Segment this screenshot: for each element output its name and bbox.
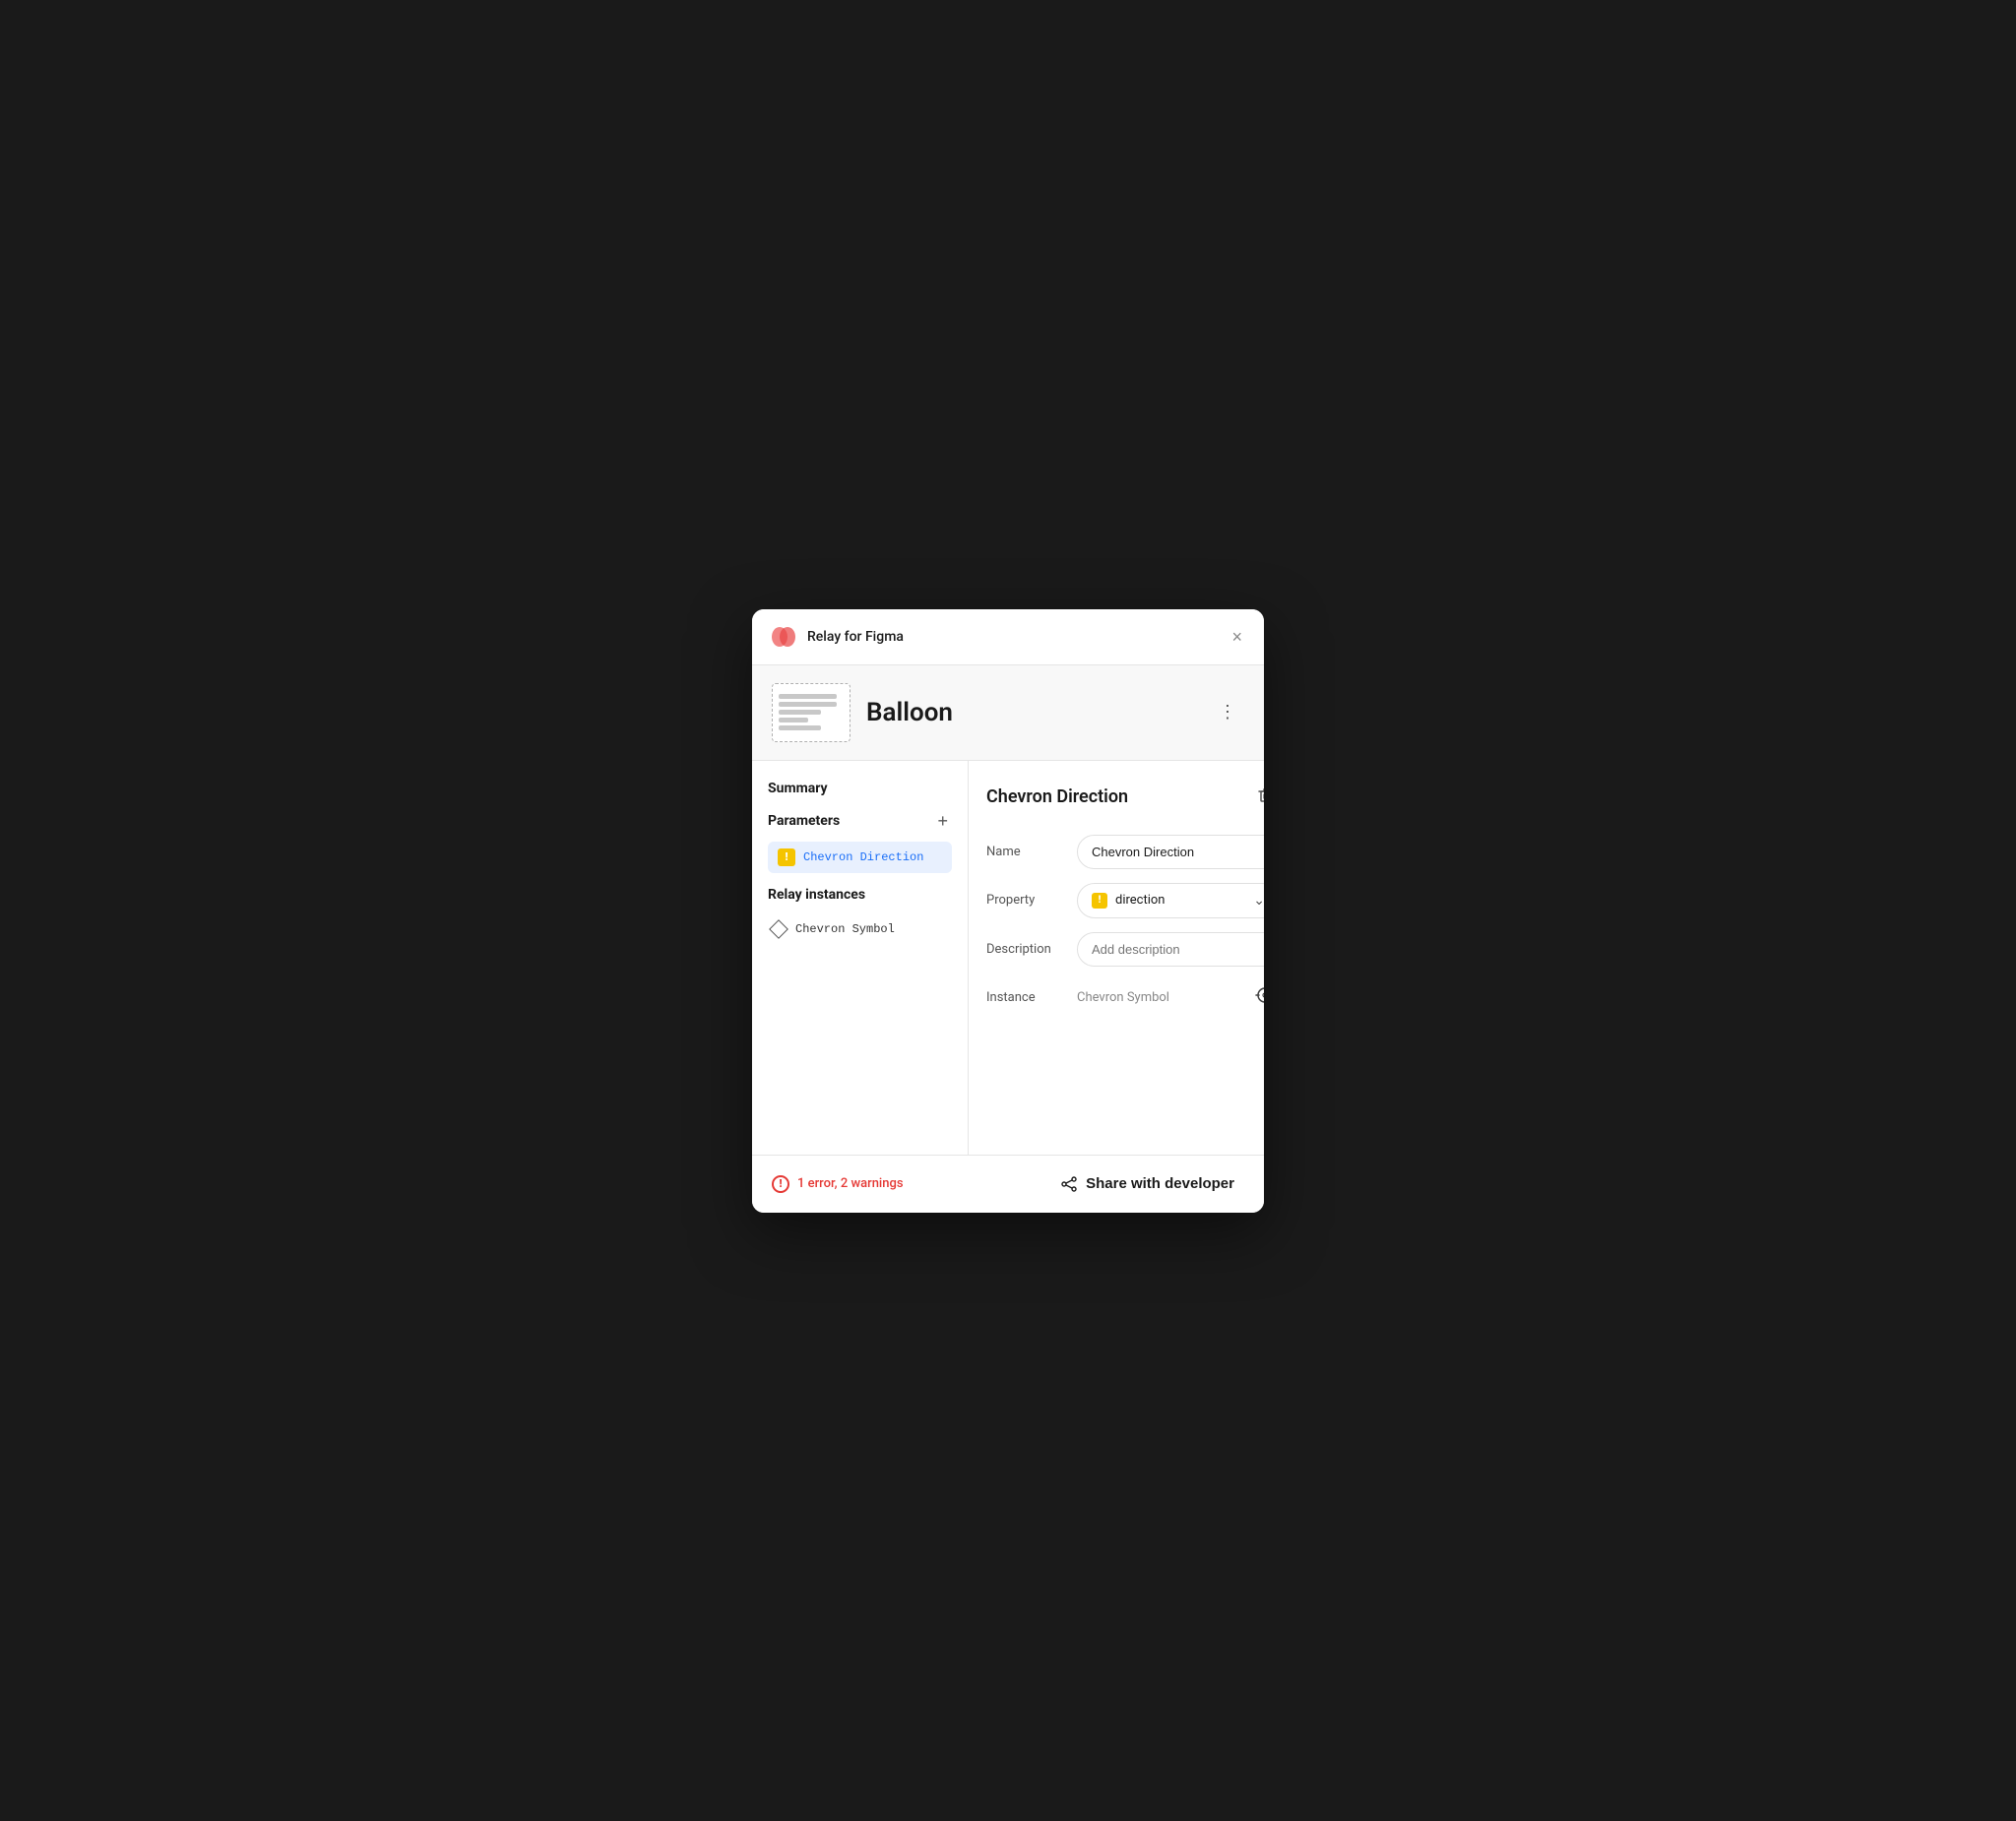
component-header: Balloon ⋮ bbox=[752, 665, 1264, 761]
main-content: Summary Parameters + ! Chevron Direction… bbox=[752, 761, 1264, 1155]
thumb-line-5 bbox=[779, 725, 821, 730]
chevron-down-icon: ⌄ bbox=[1253, 893, 1264, 909]
share-icon bbox=[1060, 1175, 1078, 1193]
footer: ! 1 error, 2 warnings Share with develop… bbox=[752, 1155, 1264, 1213]
right-panel-header: Chevron Direction bbox=[986, 781, 1264, 813]
app-logo-icon bbox=[770, 623, 797, 651]
thumb-line-2 bbox=[779, 702, 837, 707]
title-bar: Relay for Figma × bbox=[752, 609, 1264, 665]
crosshair-icon bbox=[1254, 984, 1264, 1006]
property-field-row: Property ! direction ⌄ bbox=[986, 883, 1264, 918]
error-info: ! 1 error, 2 warnings bbox=[772, 1175, 904, 1193]
relay-instances-section: Relay instances Chevron Symbol bbox=[768, 887, 952, 942]
title-bar-left: Relay for Figma bbox=[770, 623, 904, 651]
name-input[interactable] bbox=[1077, 835, 1264, 869]
instance-name: Chevron Symbol bbox=[795, 922, 895, 936]
error-text: 1 error, 2 warnings bbox=[797, 1176, 904, 1191]
instance-label: Instance bbox=[986, 990, 1065, 1005]
relay-instances-label: Relay instances bbox=[768, 887, 952, 903]
app-title: Relay for Figma bbox=[807, 629, 904, 645]
thumb-line-1 bbox=[779, 694, 837, 699]
property-value: direction bbox=[1115, 893, 1165, 908]
close-button[interactable]: × bbox=[1228, 626, 1246, 648]
delete-button[interactable] bbox=[1252, 781, 1264, 813]
right-panel: Chevron Direction Name bbox=[969, 761, 1264, 1155]
name-label: Name bbox=[986, 845, 1065, 859]
parameter-item-chevron-direction[interactable]: ! Chevron Direction bbox=[768, 842, 952, 873]
error-circle-icon: ! bbox=[772, 1175, 789, 1193]
thumbnail-preview bbox=[779, 694, 844, 730]
share-label: Share with developer bbox=[1086, 1175, 1234, 1192]
property-warning-icon: ! bbox=[1092, 893, 1107, 909]
property-label: Property bbox=[986, 893, 1065, 908]
thumb-line-3 bbox=[779, 710, 821, 715]
app-window: Relay for Figma × Balloon ⋮ Summary bbox=[752, 609, 1264, 1213]
left-panel: Summary Parameters + ! Chevron Direction… bbox=[752, 761, 969, 1155]
component-name: Balloon bbox=[866, 698, 953, 727]
trash-icon bbox=[1256, 785, 1264, 804]
panel-title: Chevron Direction bbox=[986, 786, 1128, 807]
parameter-name: Chevron Direction bbox=[803, 850, 923, 864]
property-select-left: ! direction bbox=[1092, 893, 1165, 909]
target-button[interactable] bbox=[1250, 980, 1264, 1015]
name-field-row: Name bbox=[986, 835, 1264, 869]
warning-icon: ! bbox=[778, 848, 795, 866]
diamond-icon bbox=[769, 919, 788, 939]
thumb-line-4 bbox=[779, 718, 808, 722]
instance-field-row: Instance Chevron Symbol bbox=[986, 980, 1264, 1015]
parameters-header: Parameters + bbox=[768, 810, 952, 832]
more-options-button[interactable]: ⋮ bbox=[1211, 698, 1244, 726]
add-parameter-button[interactable]: + bbox=[933, 810, 952, 832]
component-thumbnail bbox=[772, 683, 850, 742]
component-header-left: Balloon bbox=[772, 683, 953, 742]
parameters-label: Parameters bbox=[768, 813, 840, 829]
description-label: Description bbox=[986, 942, 1065, 957]
property-select[interactable]: ! direction ⌄ bbox=[1077, 883, 1264, 918]
summary-section-title: Summary bbox=[768, 781, 952, 796]
share-with-developer-button[interactable]: Share with developer bbox=[1050, 1169, 1244, 1199]
instance-item-chevron-symbol[interactable]: Chevron Symbol bbox=[768, 916, 952, 942]
description-input[interactable] bbox=[1077, 932, 1264, 967]
instance-value: Chevron Symbol bbox=[1077, 990, 1238, 1005]
description-field-row: Description bbox=[986, 932, 1264, 967]
